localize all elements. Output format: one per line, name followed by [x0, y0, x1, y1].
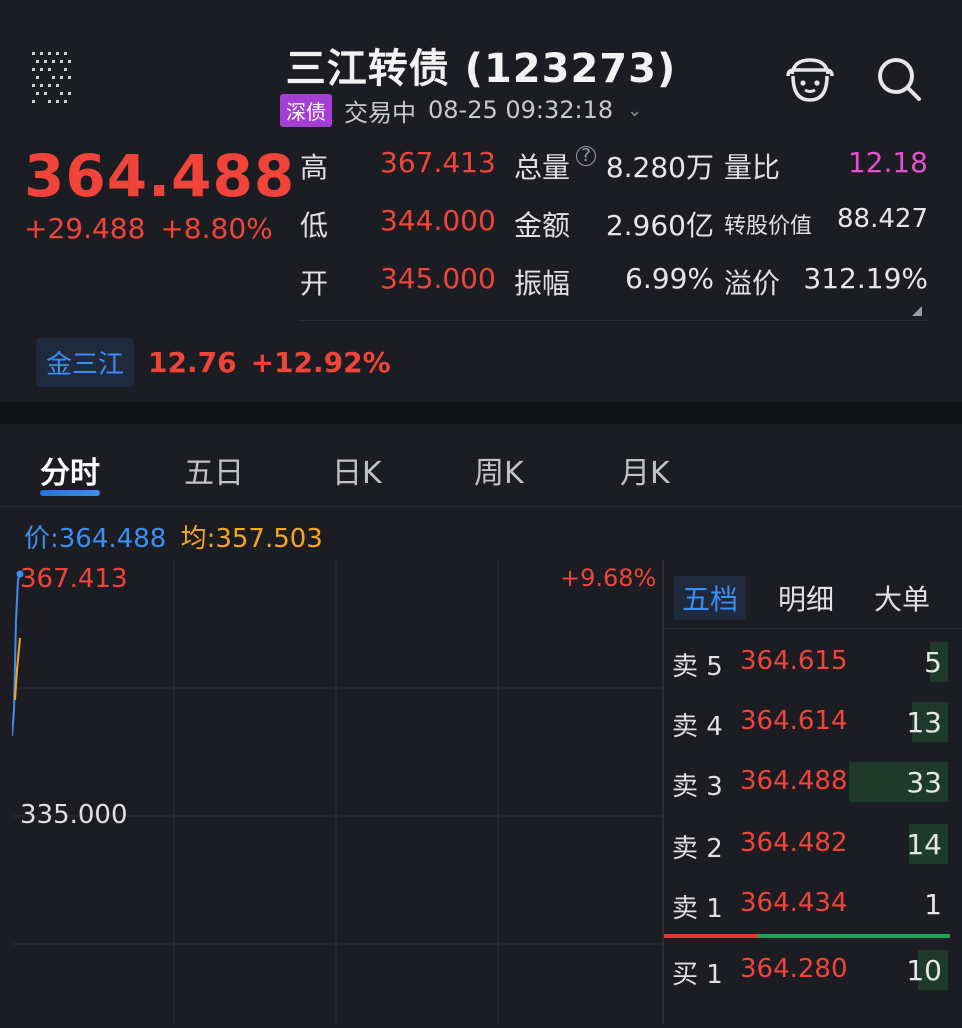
status-row[interactable]: 深债 交易中 08-25 09:32:18 ⌄ — [280, 93, 642, 127]
search-icon[interactable] — [874, 54, 924, 104]
order-side: 卖 2 — [672, 834, 723, 864]
order-price: 364.615 — [740, 646, 848, 676]
bid-ratio — [758, 934, 950, 938]
volume-value: 8.280万 — [605, 151, 714, 184]
order-side: 买 1 — [672, 960, 723, 990]
active-tab-indicator — [40, 490, 100, 496]
underlying-pct: +12.92% — [250, 345, 391, 379]
low-label: 低 — [300, 209, 329, 242]
vol-ratio-value: 12.18 — [847, 146, 928, 179]
tab-monthly-k[interactable]: 月K — [620, 448, 670, 492]
orderbook-row[interactable]: 买 1 364.280 10 — [664, 950, 948, 1004]
change-percent: +8.80% — [160, 212, 273, 245]
order-volume: 13 — [906, 706, 942, 739]
volume-label: 总量 — [514, 151, 571, 184]
chart-mid-label: 335.000 — [20, 800, 128, 830]
avg-value: 357.503 — [215, 524, 323, 554]
intraday-chart[interactable] — [11, 560, 662, 1024]
stats-row-low: 低 344.000 金额 2.960亿 转股价值 88.427 — [298, 204, 928, 244]
help-icon[interactable]: ? — [576, 146, 596, 166]
low-value: 344.000 — [380, 204, 496, 237]
avg-label: 均: — [180, 524, 216, 554]
ask-ratio — [664, 934, 758, 938]
expand-corner-icon[interactable] — [912, 306, 922, 316]
premium-value: 312.19% — [803, 262, 928, 295]
chart-pct-label: +9.68% — [560, 564, 657, 592]
bid-ask-split-bar — [664, 934, 950, 938]
underlying-stock[interactable]: 金三江 12.76 +12.92% — [36, 337, 391, 387]
orderbook-tabs: 五档 明细 大单 — [664, 566, 962, 629]
tab-five-day[interactable]: 五日 — [184, 448, 244, 492]
orderbook-row[interactable]: 卖 4 364.614 13 — [664, 702, 948, 756]
change-amount: +29.488 — [24, 212, 146, 245]
amplitude-label: 振幅 — [514, 267, 571, 300]
assistant-face-icon[interactable] — [784, 54, 836, 106]
market-tag: 深债 — [280, 93, 332, 127]
high-value: 367.413 — [380, 146, 496, 179]
high-label: 高 — [300, 151, 329, 184]
chart-high-label: 367.413 — [20, 564, 128, 594]
order-volume: 10 — [906, 954, 942, 987]
order-price: 364.614 — [740, 706, 848, 736]
tab-details[interactable]: 明细 — [778, 578, 834, 618]
order-volume: 1 — [924, 888, 942, 921]
order-price: 364.482 — [740, 828, 848, 858]
timestamp: 08-25 09:32:18 — [428, 96, 614, 124]
amount-label: 金额 — [514, 209, 571, 242]
chevron-down-icon[interactable]: ⌄ — [627, 100, 642, 121]
vol-ratio-label: 量比 — [724, 151, 781, 184]
price-value: 364.488 — [58, 524, 167, 554]
orderbook-row[interactable]: 卖 3 364.488 33 — [664, 762, 948, 816]
amount-value: 2.960亿 — [605, 209, 714, 242]
orderbook-row[interactable]: 卖 5 364.615 5 — [664, 642, 948, 696]
underlying-price: 12.76 — [148, 345, 237, 379]
tab-intraday[interactable]: 分时 — [40, 448, 100, 492]
order-volume: 33 — [906, 766, 942, 799]
tab-level5[interactable]: 五档 — [674, 576, 747, 620]
divider — [298, 320, 928, 321]
tab-weekly-k[interactable]: 周K — [474, 448, 524, 492]
conv-value: 88.427 — [837, 204, 928, 234]
orderbook-row[interactable]: 卖 2 364.482 14 — [664, 824, 948, 878]
chart-tabs: 分时 五日 日K 周K 月K — [0, 424, 962, 507]
open-value: 345.000 — [380, 262, 496, 295]
order-price: 364.434 — [740, 888, 848, 918]
underlying-name[interactable]: 金三江 — [36, 337, 135, 387]
premium-label: 溢价 — [724, 267, 781, 300]
conv-value-label: 转股价值 — [724, 214, 813, 239]
order-price: 364.280 — [740, 954, 848, 984]
order-side: 卖 4 — [672, 712, 723, 742]
price-label: 价: — [24, 524, 59, 554]
tab-large-orders[interactable]: 大单 — [874, 578, 930, 618]
order-volume: 5 — [924, 646, 942, 679]
amplitude-value: 6.99% — [625, 262, 714, 295]
order-side: 卖 1 — [672, 894, 723, 924]
order-side: 卖 3 — [672, 772, 723, 802]
open-label: 开 — [300, 267, 329, 300]
current-price: 364.488 — [24, 142, 296, 210]
orderbook-row[interactable]: 卖 1 364.434 1 — [664, 888, 948, 938]
order-side: 卖 5 — [672, 652, 723, 682]
section-gap — [0, 402, 962, 424]
order-volume: 14 — [906, 828, 942, 861]
stats-row-open: 开 345.000 振幅 6.99% 溢价 312.19% — [298, 262, 928, 302]
price-change: +29.488 +8.80% — [24, 212, 273, 245]
price-avg-line: 价:364.488 均:357.503 — [24, 518, 323, 555]
order-price: 364.488 — [740, 766, 848, 796]
tab-daily-k[interactable]: 日K — [332, 448, 382, 492]
stats-row-high: 高 367.413 总量 ? 8.280万 量比 12.18 — [298, 146, 928, 186]
trading-status: 交易中 — [344, 98, 416, 127]
